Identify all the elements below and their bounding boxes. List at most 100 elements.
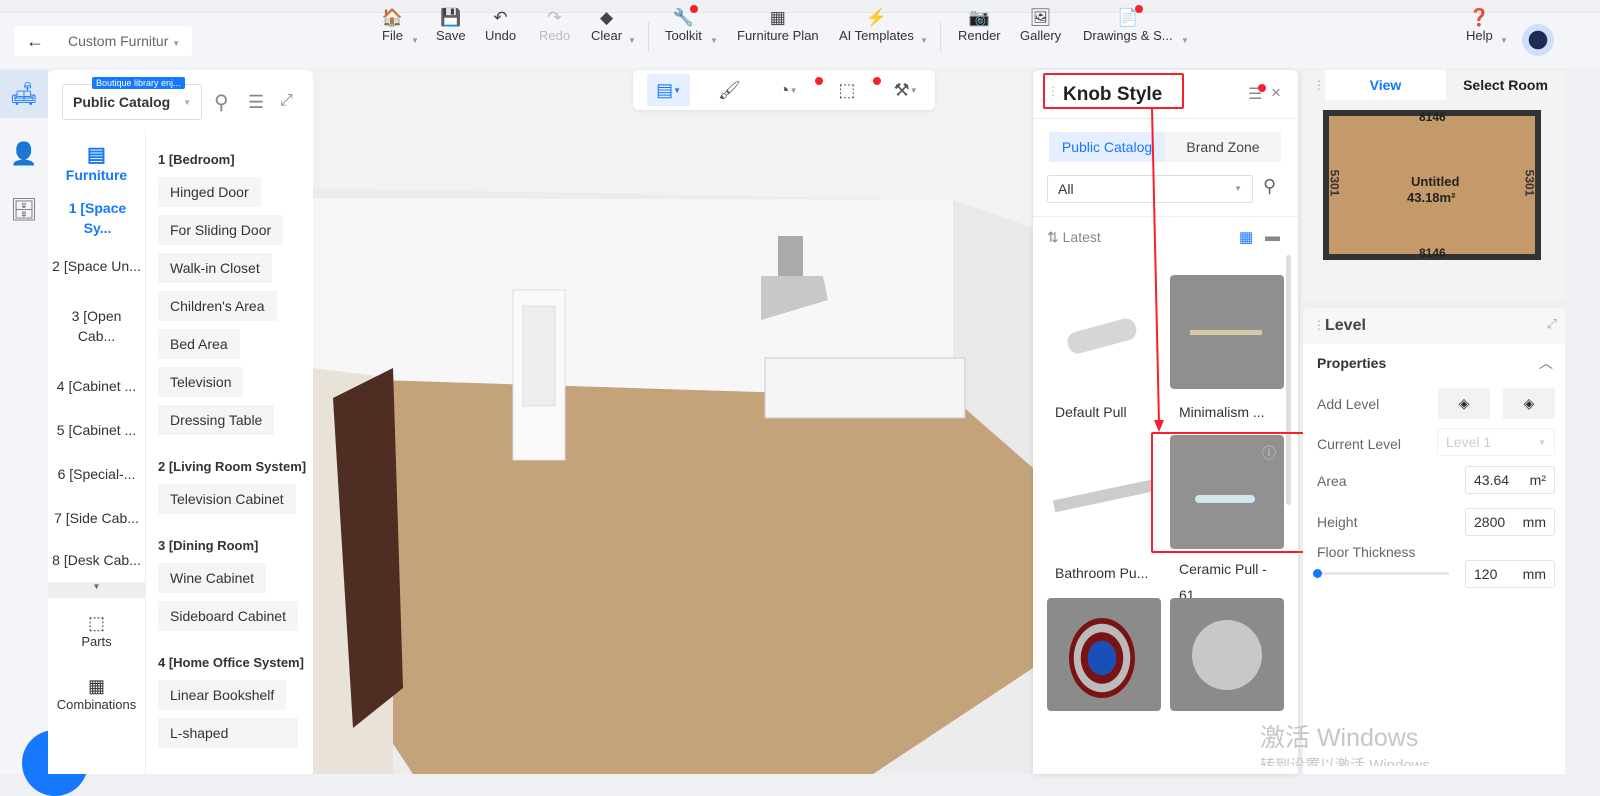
redo-icon: ↷ [547,8,562,27]
floor-thickness-field[interactable]: 120 mm [1465,560,1555,588]
drawings-button[interactable]: 📄 Drawings & S... [1083,5,1173,43]
lightning-icon: ⚡ [865,8,888,27]
close-icon[interactable]: × [1271,83,1281,103]
category-item[interactable]: 2 [Space Un... [48,242,145,290]
clear-button[interactable]: ◆ Clear [591,8,622,43]
add-level-above-button[interactable]: ◈ [1438,388,1490,419]
category-item[interactable]: 6 [Special-... [48,450,145,498]
category-item[interactable]: 1 [Space Sy... [48,194,145,242]
highlight-box [1151,432,1309,553]
area-field: 43.64 m² [1465,466,1555,494]
rail-user-button[interactable]: 👤 [0,130,48,178]
catalog-items: 1 [Bedroom] Hinged Door For Sliding Door… [152,130,313,774]
expand-icon[interactable]: ⤢ [1547,316,1557,332]
list-icon[interactable]: ☰ [248,92,264,113]
section-header[interactable]: Properties [1317,355,1386,371]
category-furniture[interactable]: ▤ Furniture [48,130,145,194]
list-item[interactable]: Hinged Door [158,177,261,207]
room-scene [313,68,1033,774]
design-name-dropdown[interactable]: Custom Furnitur ▼ [56,33,180,49]
drawings-icon: 📄 [1117,5,1143,28]
view-panel: ⋮ View Select Room 8146 8146 5301 5301 U… [1303,70,1565,300]
list-item[interactable]: Television [158,367,244,397]
product-card-minimalism[interactable] [1170,275,1284,389]
collapse-icon[interactable]: ︿ [1539,353,1553,373]
product-card-shield[interactable] [1047,598,1161,711]
floor-plan[interactable]: 8146 8146 5301 5301 Untitled 43.18m² [1323,110,1541,260]
sort-menu-icon[interactable]: ☰ [1248,84,1267,104]
tab-select-room[interactable]: Select Room [1446,70,1565,100]
eraser-icon: ◆ [599,8,614,27]
frame-tool-icon[interactable]: ⬚ [818,76,882,101]
list-item[interactable]: Linear Bookshelf [158,680,287,710]
back-button[interactable]: ← [14,31,56,52]
level-panel: ⋮ Level ⤢ Properties ︿ Add Level ◈ ◈ Cur… [1303,308,1565,774]
material-tool-icon[interactable]: ◔ ▼ [759,76,823,101]
plan-icon: ▦ [769,8,786,27]
annotation-arrow [1151,108,1164,432]
assistant-avatar[interactable] [1522,24,1554,56]
rail-furniture-button[interactable]: 🛋 [0,70,48,118]
combinations-icon: ▦ [87,676,105,696]
tab-parts[interactable]: ⬚ Parts [48,598,145,664]
list-item[interactable]: For Sliding Door [158,215,284,245]
floating-toolbar: ▤ ▼ 🖌 ◔ ▼ ⬚ ⚒ ▼ [633,70,935,110]
select-tool-button[interactable]: ▤ ▼ [647,74,691,106]
brush-tool-icon[interactable]: 🖌 [700,80,759,101]
parts-icon: ⬚ [87,613,105,633]
rail-cabinet-button[interactable]: 🗄 [0,186,48,234]
tab-view[interactable]: View [1325,70,1446,100]
grid-view-icon[interactable]: ▦ [1239,228,1253,246]
wrench-icon: 🔧 [673,5,699,28]
save-button[interactable]: 💾 Save [436,8,466,43]
gallery-button[interactable]: 🖼 Gallery [1020,8,1061,43]
list-item[interactable]: Bed Area [158,329,240,359]
current-level-select[interactable]: Level 1 ▼ [1437,428,1555,456]
list-item[interactable]: Sideboard Cabinet [158,601,298,631]
undo-icon: ↶ [493,8,508,27]
list-item[interactable]: L-shaped [158,718,298,748]
file-button[interactable]: 🏠 File [382,8,403,43]
search-icon[interactable]: ⚲ [1263,176,1276,197]
measure-tool-icon[interactable]: ⚒ ▼ [876,80,935,101]
boutique-badge: Boutique library enj... [92,77,185,89]
sort-latest[interactable]: ⇅ Latest [1047,229,1101,246]
3d-viewport[interactable] [313,68,1033,774]
category-item[interactable]: 5 [Cabinet ... [48,410,145,450]
list-item[interactable]: Wine Cabinet [158,563,267,593]
expand-icon[interactable]: ⤢ [280,92,293,110]
image-icon: 🖼 [1029,8,1052,27]
category-item[interactable]: 3 [Open Cab... [48,290,145,362]
library-panel: Public Catalog ▼ Boutique library enj... … [48,70,313,774]
height-field[interactable]: 2800 mm [1465,508,1555,536]
list-item[interactable]: Dressing Table [158,405,275,435]
catalog-select[interactable]: Public Catalog ▼ [62,84,202,120]
help-button[interactable]: ❓ Help [1466,8,1493,43]
furniture-plan-button[interactable]: ▦ Furniture Plan [737,8,819,43]
render-button[interactable]: 📷 Render [958,8,1001,43]
toolkit-button[interactable]: 🔧 Toolkit [665,5,702,43]
category-item[interactable]: 7 [Side Cab... [48,498,145,538]
add-level-below-button[interactable]: ◈ [1503,388,1555,419]
left-rail: 🛋 👤 🗄 [0,70,88,796]
save-icon: 💾 [440,8,462,27]
file-icon: 🏠 [381,8,404,27]
list-item[interactable]: Children's Area [158,291,277,321]
tab-combinations[interactable]: ▦ Combinations [48,664,145,724]
category-item[interactable]: 8 [Desk Cab... [48,538,145,582]
redo-button[interactable]: ↷ Redo [539,8,570,43]
camera-icon: 📷 [968,8,990,27]
category-item[interactable]: 4 [Cabinet ... [48,362,145,410]
folder-icon[interactable]: ▬ [1265,228,1280,245]
scroll-down-button[interactable]: ▼ [48,582,145,598]
product-card-baby-face[interactable] [1170,598,1284,711]
floor-thickness-slider[interactable] [1313,569,1449,578]
list-item[interactable]: Walk-in Closet [158,253,272,283]
search-icon[interactable]: ⚲ [214,90,229,115]
list-item[interactable]: Television Cabinet [158,484,296,514]
tab-brand-zone[interactable]: Brand Zone [1165,132,1281,162]
design-name-bar: ← Custom Furnitur ▼ [14,26,192,56]
ai-templates-button[interactable]: ⚡ AI Templates [839,8,914,43]
product-card-bathroom-pull[interactable] [1047,435,1161,549]
undo-button[interactable]: ↶ Undo [485,8,516,43]
